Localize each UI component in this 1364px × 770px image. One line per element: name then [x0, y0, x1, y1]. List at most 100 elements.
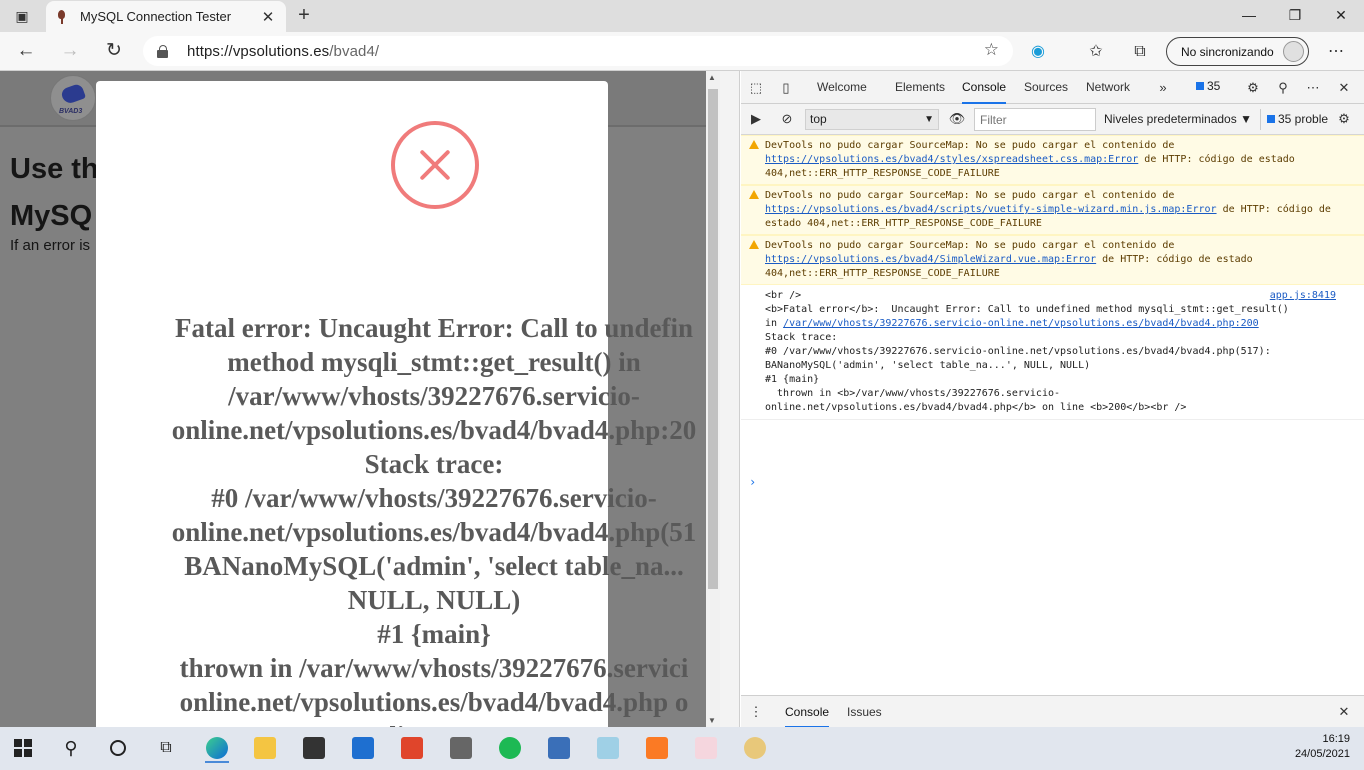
error-line: line 200 [114, 719, 706, 727]
paint-icon[interactable] [740, 733, 770, 763]
error-line: online.net/vpsolutions.es/bvad4/bvad4.ph… [171, 415, 697, 445]
store-icon[interactable] [299, 733, 329, 763]
scrollbar-thumb[interactable] [708, 89, 718, 589]
tab-elements[interactable]: Elements [895, 71, 945, 104]
tab-welcome[interactable]: Welcome [817, 71, 867, 104]
drawer-tab-issues[interactable]: Issues [847, 696, 882, 728]
page-title-line-2: MySQ [10, 200, 93, 232]
collections-icon[interactable]: ⧉ [1128, 40, 1152, 64]
error-line: online.net/vpsolutions.es/bvad4/bvad4.ph… [171, 517, 697, 547]
filter-input[interactable] [974, 108, 1096, 131]
search-icon[interactable]: ⚲ [56, 733, 86, 763]
context-select[interactable]: top ▼ [805, 109, 939, 130]
more-tabs-icon[interactable]: » [1154, 79, 1172, 97]
error-line: NULL, NULL) [347, 585, 521, 615]
page-title-line-1: Use th [10, 153, 99, 185]
site-logo[interactable]: BVAD3 [50, 75, 96, 121]
sourcemap-link[interactable]: https://vpsolutions.es/bvad4/styles/xspr… [765, 154, 1138, 165]
customize-icon[interactable]: ⚲ [1274, 79, 1292, 97]
error-line: #0 /var/www/vhosts/39227676.servicio- [211, 483, 657, 513]
close-devtools-icon[interactable]: ✕ [1335, 79, 1353, 97]
warning-icon [749, 140, 759, 149]
notebook-icon[interactable] [593, 733, 623, 763]
refresh-button[interactable]: ↻ [100, 38, 128, 64]
address-bar[interactable]: https://vpsolutions.es/bvad4/ ☆ [143, 36, 1013, 66]
chevron-down-icon: ▼ [924, 114, 934, 125]
issues-badge[interactable]: 35 [1196, 79, 1220, 93]
edge-icon[interactable] [202, 733, 232, 763]
console-settings-icon[interactable]: ⚙ [1335, 110, 1353, 128]
console-output: DevTools no pudo cargar SourceMap: No se… [741, 135, 1364, 695]
device-toolbar-icon[interactable]: ▯ [777, 79, 795, 97]
devtools-splitter[interactable] [720, 71, 740, 727]
sidebar-toggle-icon[interactable]: ▶ [747, 110, 765, 128]
clock-time: 16:19 [1322, 733, 1350, 745]
restore-button[interactable]: ❐ [1272, 0, 1318, 30]
logo-text: BVAD3 [59, 108, 83, 115]
devtools-tabbar: ⬚ ▯ Welcome Elements Console Sources Net… [741, 71, 1364, 104]
calculator-icon[interactable] [446, 733, 476, 763]
error-line: thrown in /var/www/vhosts/39227676.servi… [179, 653, 689, 683]
error-dialog: Fatal error: Uncaught Error: Call to und… [96, 81, 696, 727]
php-file-link[interactable]: /var/www/vhosts/39227676.servicio-online… [783, 318, 1259, 329]
settings-gear-icon[interactable]: ⚙ [1244, 79, 1262, 97]
scroll-up-icon[interactable]: ▲ [708, 73, 716, 82]
tab-mysql-connection-tester[interactable]: MySQL Connection Tester ✕ [46, 1, 286, 32]
office-icon[interactable] [397, 733, 427, 763]
tab-sources[interactable]: Sources [1024, 71, 1068, 104]
page-scrollbar[interactable]: ▲ ▼ [706, 71, 720, 727]
inspect-element-icon[interactable]: ⬚ [747, 79, 765, 97]
lock-icon[interactable] [157, 44, 169, 58]
clear-console-icon[interactable]: ⊘ [778, 110, 796, 128]
close-window-button[interactable]: ✕ [1318, 0, 1364, 30]
task-view-icon[interactable]: ⧉ [151, 733, 181, 763]
tab-bar: ▣ MySQL Connection Tester ✕ + — ❐ ✕ [0, 0, 1364, 32]
page-title: Use th MySQ [10, 146, 99, 240]
sourcemap-link[interactable]: https://vpsolutions.es/bvad4/SimpleWizar… [765, 254, 1096, 265]
more-options-icon[interactable]: ⋯ [1304, 79, 1322, 97]
minimize-button[interactable]: — [1226, 0, 1272, 30]
devtools-drawer: ⋮ Console Issues ✕ [741, 695, 1364, 728]
back-button[interactable]: ← [12, 38, 40, 64]
new-tab-button[interactable]: + [292, 4, 316, 28]
more-menu-icon[interactable]: ⋯ [1324, 40, 1348, 64]
mail-icon[interactable] [348, 733, 378, 763]
xampp-icon[interactable] [642, 733, 672, 763]
file-explorer-icon[interactable] [250, 733, 280, 763]
browser-toolbar: ← → ↻ https://vpsolutions.es/bvad4/ ☆ ◉ … [0, 32, 1364, 71]
drawer-menu-icon[interactable]: ⋮ [747, 703, 765, 721]
drawer-tab-console[interactable]: Console [785, 696, 830, 728]
close-drawer-icon[interactable]: ✕ [1335, 703, 1353, 721]
eye-icon[interactable]: 👁 [948, 110, 966, 128]
devtools-panel: ⬚ ▯ Welcome Elements Console Sources Net… [741, 71, 1364, 728]
tab-close-icon[interactable]: ✕ [260, 8, 276, 26]
tab-network[interactable]: Network [1086, 71, 1130, 104]
profile-sync-button[interactable]: No sincronizando [1166, 37, 1309, 66]
log-source-link[interactable]: app.js:8419 [1270, 289, 1336, 303]
tab-console[interactable]: Console [962, 71, 1007, 104]
logo-hand-icon [59, 82, 87, 106]
windows-start-icon[interactable] [8, 733, 38, 763]
error-line: BANanoMySQL('admin', 'select table_na... [184, 551, 684, 581]
xp-app-icon[interactable] [544, 733, 574, 763]
page-viewport: BVAD3 Use th MySQ If an error is Fatal e… [0, 71, 706, 727]
problems-button[interactable]: 35 proble [1260, 109, 1328, 130]
sync-label: No sincronizando [1181, 44, 1274, 59]
scroll-down-icon[interactable]: ▼ [708, 716, 716, 725]
console-prompt-icon[interactable]: › [749, 475, 756, 489]
forward-button[interactable]: → [56, 38, 84, 64]
system-clock[interactable]: 16:19 24/05/2021 [1295, 732, 1350, 762]
error-line: Stack trace: [364, 449, 504, 479]
sourcemap-link[interactable]: https://vpsolutions.es/bvad4/scripts/vue… [765, 204, 1217, 215]
cortana-icon[interactable] [103, 733, 133, 763]
extension-icon[interactable]: ◉ [1026, 40, 1050, 64]
taskbar: ⚲ ⧉ 16:19 24/05/2021 [0, 727, 1364, 770]
url-text[interactable]: https://vpsolutions.es/bvad4/ [187, 43, 379, 60]
spotify-icon[interactable] [495, 733, 525, 763]
tab-actions-icon[interactable]: ▣ [8, 6, 36, 26]
add-favorite-icon[interactable]: ☆ [984, 40, 999, 60]
log-levels-dropdown[interactable]: Niveles predeterminados ▼ [1104, 112, 1252, 126]
favorites-icon[interactable]: ✩ [1084, 40, 1108, 64]
avatar [1283, 41, 1304, 62]
b4j-icon[interactable] [691, 733, 721, 763]
